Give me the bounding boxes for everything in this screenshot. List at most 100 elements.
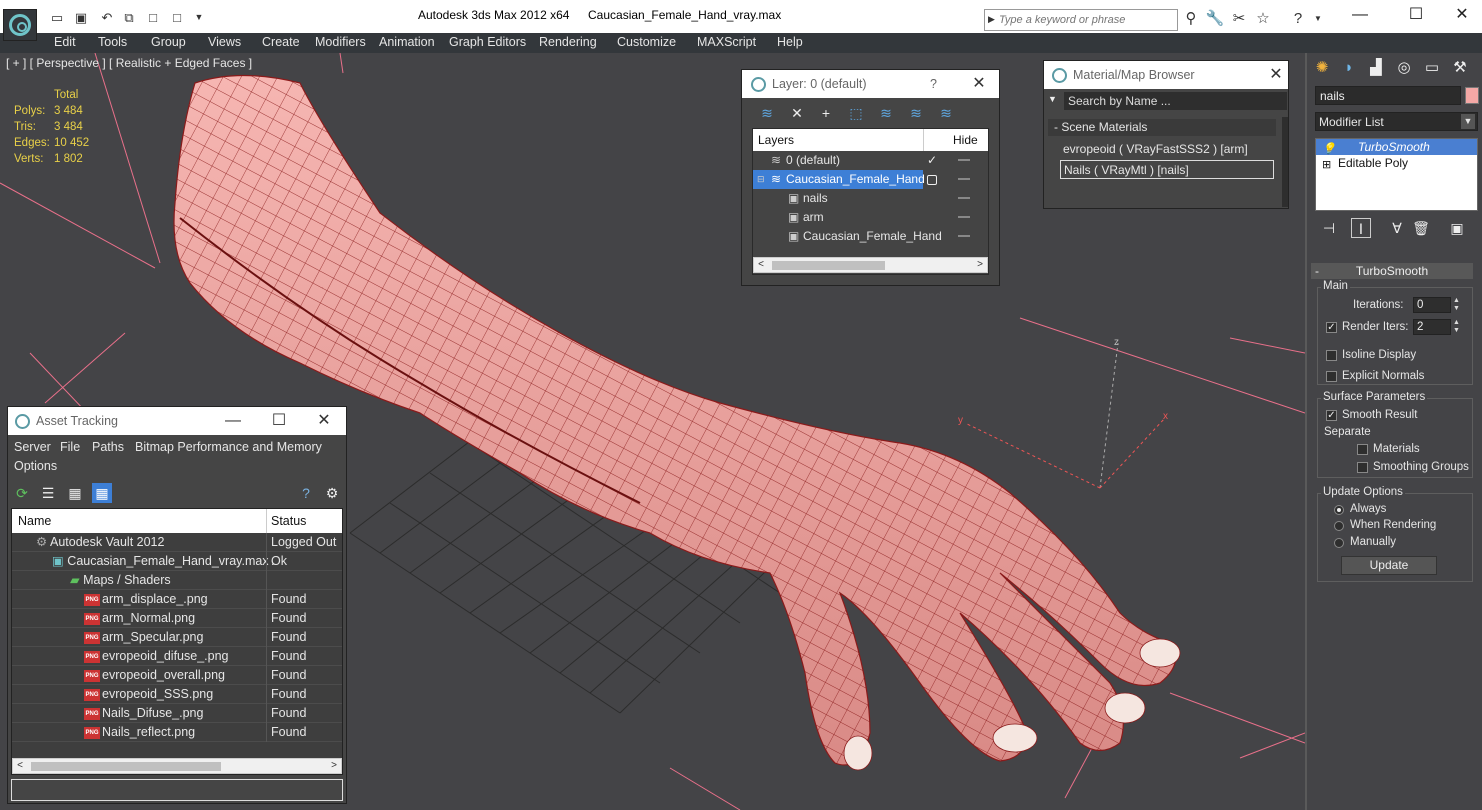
search-by-name-input[interactable]: Search by Name ... bbox=[1064, 92, 1287, 110]
current-layer-box-icon[interactable] bbox=[927, 175, 937, 185]
asset-row[interactable]: PNG arm_displace_.png Found bbox=[12, 590, 342, 609]
delete-layer-icon[interactable]: ✕ bbox=[786, 103, 808, 123]
collapse-icon[interactable]: ⊟ bbox=[757, 170, 765, 189]
modify-tab-icon[interactable]: ◗ bbox=[1338, 57, 1360, 79]
column-layers[interactable]: Layers bbox=[758, 133, 794, 147]
asset-row[interactable]: PNG arm_Normal.png Found bbox=[12, 609, 342, 628]
hold-icon[interactable]: □ bbox=[144, 9, 162, 26]
configure-sets-icon[interactable]: ▣ bbox=[1447, 218, 1467, 238]
layer-row[interactable]: ▣ Caucasian_Female_Hand bbox=[753, 227, 989, 246]
grid-view-icon[interactable]: ▦ bbox=[92, 483, 112, 503]
hide-toggle[interactable] bbox=[958, 235, 970, 237]
maximize-icon[interactable]: ☐ bbox=[1396, 4, 1436, 26]
help-icon[interactable]: ? bbox=[296, 483, 316, 503]
spinner-arrows-icon[interactable]: ▲ ▼ bbox=[1453, 319, 1461, 335]
menu-graph-editors[interactable]: Graph Editors bbox=[449, 35, 526, 49]
scene-materials-section[interactable]: - Scene Materials bbox=[1048, 119, 1276, 136]
keyword-search-input[interactable] bbox=[999, 10, 1169, 30]
hide-toggle[interactable] bbox=[958, 197, 970, 199]
highlight-layer-icon[interactable]: ≋ bbox=[875, 103, 897, 123]
menu-customize[interactable]: Customize bbox=[617, 35, 676, 49]
close-icon[interactable]: ✕ bbox=[1442, 4, 1482, 26]
asset-row[interactable]: PNG evropeoid_overall.png Found bbox=[12, 666, 342, 685]
separate-materials-checkbox[interactable] bbox=[1357, 444, 1368, 455]
new-layer-icon[interactable]: ≋ bbox=[756, 103, 778, 123]
render-iters-spinner[interactable]: 2 bbox=[1413, 319, 1451, 335]
chevron-down-icon[interactable]: ▼ bbox=[1461, 114, 1475, 129]
material-item[interactable]: evropeoid ( VRayFastSSS2 ) [arm] bbox=[1060, 140, 1274, 159]
display-tab-icon[interactable]: ▭ bbox=[1421, 57, 1443, 79]
object-name-field[interactable]: nails bbox=[1315, 86, 1461, 105]
modifier-list-dropdown[interactable]: Modifier List ▼ bbox=[1315, 112, 1478, 131]
column-name[interactable]: Name bbox=[18, 509, 51, 533]
refresh-icon[interactable]: ⟳ bbox=[12, 483, 32, 503]
qat-dropdown-icon[interactable]: ▼ bbox=[190, 9, 208, 26]
hide-toggle[interactable] bbox=[958, 178, 970, 180]
hierarchy-tab-icon[interactable]: ▟ bbox=[1365, 57, 1387, 79]
layer-row[interactable]: ▣ arm bbox=[753, 208, 989, 227]
asset-row[interactable]: PNG evropeoid_difuse_.png Found bbox=[12, 647, 342, 666]
scroll-right-icon[interactable]: > bbox=[973, 258, 987, 272]
material-browser-titlebar[interactable]: Material/Map Browser ✕ bbox=[1044, 61, 1288, 89]
redo-icon[interactable]: ⧉ bbox=[120, 9, 138, 26]
menu-modifiers[interactable]: Modifiers bbox=[315, 35, 366, 49]
close-icon[interactable]: ✕ bbox=[964, 70, 994, 98]
asset-row[interactable]: ▰ Maps / Shaders bbox=[12, 571, 342, 590]
always-radio[interactable] bbox=[1334, 505, 1344, 515]
horizontal-scrollbar[interactable]: < > bbox=[753, 257, 988, 273]
menu-server[interactable]: Server bbox=[14, 440, 51, 454]
fetch-icon[interactable]: □ bbox=[168, 9, 186, 26]
material-item[interactable]: Nails ( VRayMtl ) [nails] bbox=[1060, 160, 1274, 179]
add-to-layer-icon[interactable]: + bbox=[815, 103, 837, 123]
vertical-scrollbar[interactable] bbox=[1282, 117, 1288, 207]
close-icon[interactable]: ✕ bbox=[1261, 61, 1291, 89]
asset-path-field[interactable] bbox=[11, 779, 343, 801]
favorites-star-icon[interactable]: ☆ bbox=[1253, 10, 1273, 28]
render-iters-checkbox[interactable]: ✓ bbox=[1326, 322, 1337, 333]
menu-paths[interactable]: Paths bbox=[92, 440, 124, 454]
menu-maxscript[interactable]: MAXScript bbox=[697, 35, 756, 49]
menu-views[interactable]: Views bbox=[208, 35, 241, 49]
asset-row[interactable]: ▣ Caucasian_Female_Hand_vray.max Ok bbox=[12, 552, 342, 571]
smooth-result-checkbox[interactable]: ✓ bbox=[1326, 410, 1337, 421]
asset-row[interactable]: PNG Nails_reflect.png Found bbox=[12, 723, 342, 742]
stack-item-editable-poly[interactable]: ⊞ Editable Poly bbox=[1316, 155, 1477, 171]
separate-smoothing-groups-checkbox[interactable] bbox=[1357, 462, 1368, 473]
scroll-left-icon[interactable]: < bbox=[13, 759, 27, 773]
save-icon[interactable]: ▣ bbox=[72, 9, 90, 26]
scroll-left-icon[interactable]: < bbox=[754, 258, 768, 272]
asset-row[interactable]: PNG evropeoid_SSS.png Found bbox=[12, 685, 342, 704]
asset-tracking-titlebar[interactable]: Asset Tracking — ☐ ✕ bbox=[8, 407, 346, 435]
asset-row[interactable]: PNG arm_Specular.png Found bbox=[12, 628, 342, 647]
menu-options[interactable]: Options bbox=[14, 459, 57, 473]
horizontal-scrollbar[interactable]: < > bbox=[12, 758, 342, 774]
motion-tab-icon[interactable]: ◎ bbox=[1393, 57, 1415, 79]
scroll-right-icon[interactable]: > bbox=[327, 759, 341, 773]
object-color-swatch[interactable] bbox=[1465, 87, 1479, 104]
select-in-layer-icon[interactable]: ⬚ bbox=[845, 103, 867, 123]
infocenter-search[interactable]: ▶ bbox=[984, 9, 1178, 31]
layer-row[interactable]: ⊟ ≋ Caucasian_Female_Hand bbox=[753, 170, 989, 189]
column-hide[interactable]: Hide bbox=[953, 133, 978, 147]
menu-help[interactable]: Help bbox=[777, 35, 803, 49]
undo-icon[interactable]: ↶ bbox=[98, 9, 116, 26]
layer-row[interactable]: ≋ 0 (default) ✓ bbox=[753, 151, 989, 170]
settings-icon[interactable]: ⚙ bbox=[322, 483, 342, 503]
layer-dialog-titlebar[interactable]: Layer: 0 (default) ? ✕ bbox=[742, 70, 999, 98]
menu-rendering[interactable]: Rendering bbox=[539, 35, 597, 49]
current-layer-check-icon[interactable]: ✓ bbox=[927, 151, 937, 170]
explicit-normals-checkbox[interactable] bbox=[1326, 371, 1337, 382]
hide-all-icon[interactable]: ≋ bbox=[905, 103, 927, 123]
column-status[interactable]: Status bbox=[271, 509, 306, 533]
minimize-icon[interactable]: — bbox=[218, 407, 248, 435]
manually-radio[interactable] bbox=[1334, 538, 1344, 548]
menu-bitmap-performance[interactable]: Bitmap Performance and Memory bbox=[135, 440, 322, 454]
viewport-label[interactable]: [ + ] [ Perspective ] [ Realistic + Edge… bbox=[6, 56, 252, 70]
close-icon[interactable]: ✕ bbox=[309, 407, 339, 435]
menu-create[interactable]: Create bbox=[262, 35, 300, 49]
wrench-icon[interactable]: 🔧 bbox=[1205, 10, 1225, 28]
expand-icon[interactable]: ⊞ bbox=[1322, 157, 1331, 173]
browser-options-icon[interactable]: ▼ bbox=[1048, 94, 1057, 104]
list-view-icon[interactable]: ☰ bbox=[38, 483, 58, 503]
menu-tools[interactable]: Tools bbox=[98, 35, 127, 49]
